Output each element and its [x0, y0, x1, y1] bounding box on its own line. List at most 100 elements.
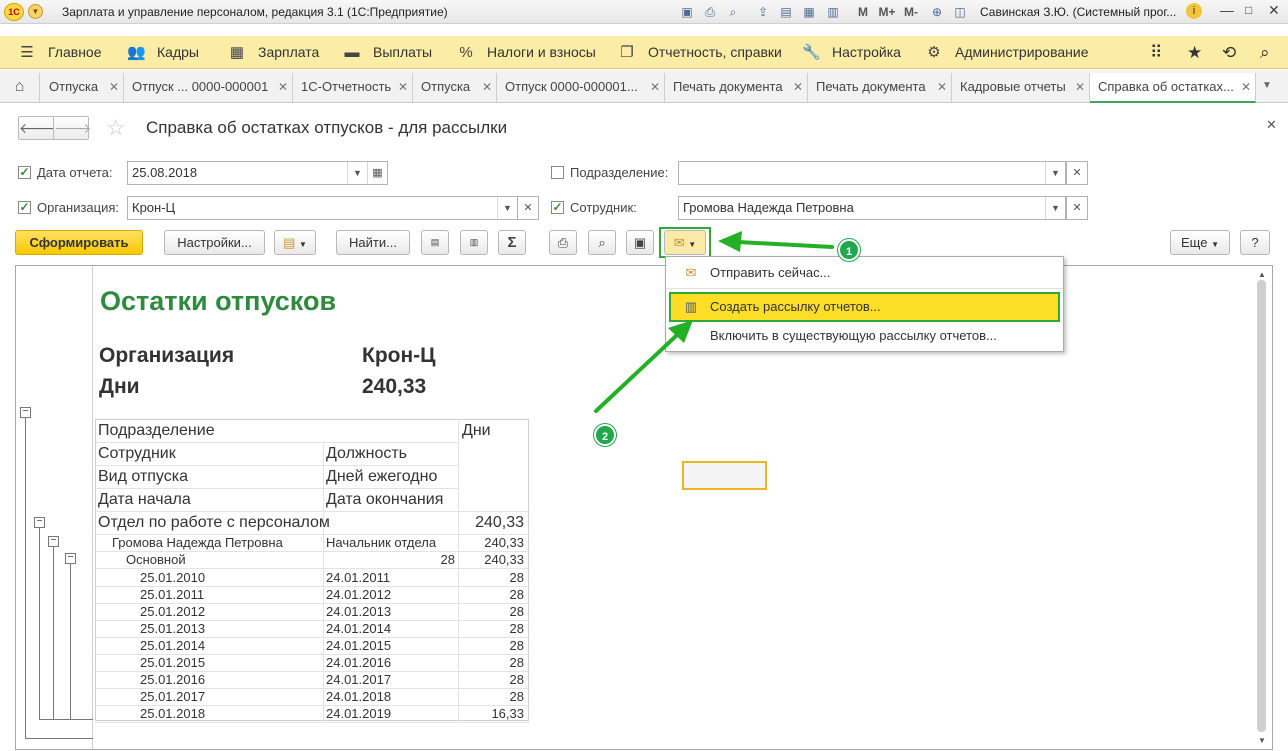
- preview-icon[interactable]: ⌕: [588, 230, 616, 255]
- clear-department-button[interactable]: ✕: [1066, 161, 1088, 185]
- tab-1c-reporting[interactable]: 1С-Отчетность ✕: [293, 73, 413, 103]
- menu-salary[interactable]: ▦ Зарплата: [228, 36, 319, 69]
- dropdown-icon[interactable]: ▼: [497, 197, 517, 219]
- close-tab-icon[interactable]: ✕: [937, 73, 947, 101]
- dropdown-icon[interactable]: ▼: [347, 162, 367, 184]
- generate-button[interactable]: Сформировать: [15, 230, 143, 255]
- department-checkbox[interactable]: [551, 166, 564, 179]
- history-icon[interactable]: ⟲: [1222, 36, 1236, 69]
- variants-button[interactable]: ▤ ▼: [274, 230, 316, 255]
- employee-checkbox[interactable]: ✓: [551, 201, 564, 214]
- tab-leaves-1[interactable]: Отпуска ✕: [41, 73, 124, 103]
- close-window-icon[interactable]: ✕: [1268, 2, 1280, 19]
- home-icon[interactable]: ⌂: [0, 73, 40, 103]
- vertical-scrollbar[interactable]: [1257, 280, 1266, 732]
- minimize-icon[interactable]: —: [1220, 2, 1234, 18]
- tab-leave-balance[interactable]: Справка об остатках... ✕: [1090, 73, 1256, 103]
- preview-icon[interactable]: ⌕: [725, 4, 741, 20]
- menu-main[interactable]: ☰ Главное: [18, 36, 101, 69]
- apps-grid-icon[interactable]: ⠿: [1150, 36, 1162, 69]
- close-tab-icon[interactable]: ✕: [793, 73, 803, 101]
- app-logo-icon[interactable]: 1С: [4, 3, 24, 21]
- print-icon[interactable]: ⎙: [702, 4, 718, 20]
- dropdown-icon[interactable]: ▼: [1045, 162, 1065, 184]
- help-button[interactable]: ?: [1240, 230, 1270, 255]
- collapse-leave-type-icon[interactable]: −: [65, 553, 76, 564]
- close-tab-icon[interactable]: ✕: [650, 73, 660, 101]
- tab-print-doc-2[interactable]: Печать документа ✕: [808, 73, 952, 103]
- menu-reporting[interactable]: ❐ Отчетность, справки: [618, 36, 782, 69]
- calendar-icon[interactable]: ▥: [825, 4, 841, 20]
- close-tab-icon[interactable]: ✕: [1241, 73, 1251, 101]
- calendar-icon[interactable]: ▦: [367, 162, 387, 184]
- forward-button[interactable]: 🡒: [53, 116, 92, 140]
- favorites-star-icon[interactable]: ★: [1187, 36, 1202, 69]
- panels-icon[interactable]: ◫: [952, 4, 968, 20]
- expand-groups-icon[interactable]: ▥: [460, 230, 488, 255]
- create-mailing-item[interactable]: ▥ Создать рассылку отчетов...: [669, 292, 1060, 322]
- close-tab-icon[interactable]: ✕: [109, 73, 119, 101]
- clear-organization-button[interactable]: ✕: [517, 196, 539, 220]
- zoom-icon[interactable]: ⊕: [929, 4, 945, 20]
- save-icon[interactable]: ▣: [679, 4, 695, 20]
- employee-field[interactable]: Громова Надежда Петровна ▼: [678, 196, 1066, 220]
- selected-cell[interactable]: [682, 461, 767, 490]
- tabs-overflow-icon[interactable]: ▼: [1262, 80, 1272, 91]
- collapse-all-icon[interactable]: −: [20, 407, 31, 418]
- collapse-dept-icon[interactable]: −: [34, 517, 45, 528]
- menu-admin[interactable]: ⚙ Администрирование: [925, 36, 1088, 69]
- print-icon[interactable]: ⎙: [549, 230, 577, 255]
- app-menu-icon[interactable]: ▼: [28, 4, 43, 19]
- dropdown-icon[interactable]: ▼: [1045, 197, 1065, 219]
- back-button[interactable]: 🡐: [18, 116, 57, 140]
- tab-leave-doc-2[interactable]: Отпуск 0000-000001... ✕: [497, 73, 665, 103]
- calculator-icon[interactable]: ▦: [801, 4, 817, 20]
- settings-button[interactable]: Настройки...: [164, 230, 265, 255]
- scroll-up-icon[interactable]: ▲: [1258, 270, 1266, 279]
- clipboard-icon[interactable]: ▤: [778, 4, 794, 20]
- collapse-employee-icon[interactable]: −: [48, 536, 59, 547]
- menu-settings[interactable]: 🔧 Настройка: [802, 36, 901, 69]
- menu-staff[interactable]: 👥 Кадры: [127, 36, 199, 69]
- dropdown-icon: ▼: [1211, 240, 1219, 249]
- tab-leave-doc-1[interactable]: Отпуск ... 0000-000001 ✕: [124, 73, 293, 103]
- memory-plus-icon[interactable]: M+: [877, 4, 897, 20]
- favorite-star-icon[interactable]: ☆: [106, 115, 126, 141]
- memory-m-icon[interactable]: M: [855, 4, 871, 20]
- tab-leaves-2[interactable]: Отпуска ✕: [413, 73, 497, 103]
- more-button[interactable]: Еще ▼: [1170, 230, 1230, 255]
- close-tab-icon[interactable]: ✕: [398, 73, 408, 101]
- close-tab-icon[interactable]: ✕: [1075, 73, 1085, 101]
- send-mail-button[interactable]: ✉ ▼: [664, 230, 706, 255]
- menu-taxes[interactable]: % Налоги и взносы: [457, 36, 596, 69]
- form-title: Справка об остатках отпусков - для рассы…: [146, 118, 508, 137]
- leave-type-row-annual: 28: [440, 552, 455, 567]
- menu-payments[interactable]: ▬ Выплаты: [343, 36, 433, 69]
- organization-field[interactable]: Крон-Ц ▼: [127, 196, 518, 220]
- close-tab-icon[interactable]: ✕: [482, 73, 492, 101]
- upload-icon[interactable]: ⇪: [755, 4, 771, 20]
- close-form-icon[interactable]: ✕: [1266, 117, 1277, 133]
- memory-minus-icon[interactable]: M-: [901, 4, 921, 20]
- date-checkbox[interactable]: ✓: [18, 166, 31, 179]
- include-mailing-item[interactable]: Включить в существующую рассылку отчетов…: [666, 321, 1063, 351]
- report-spreadsheet[interactable]: − − − − Остатки отпусков Организация Кро…: [15, 265, 1273, 750]
- maximize-icon[interactable]: □: [1245, 3, 1252, 17]
- search-icon[interactable]: ⌕: [1260, 36, 1270, 69]
- clear-employee-button[interactable]: ✕: [1066, 196, 1088, 220]
- date-field[interactable]: 25.08.2018 ▼ ▦: [127, 161, 388, 185]
- sum-button[interactable]: Σ: [498, 230, 526, 255]
- save-icon[interactable]: ▣: [626, 230, 654, 255]
- user-name[interactable]: Савинская З.Ю. (Системный прог...: [980, 5, 1176, 19]
- scroll-down-icon[interactable]: ▼: [1258, 736, 1266, 745]
- tab-print-doc-1[interactable]: Печать документа ✕: [665, 73, 808, 103]
- find-button[interactable]: Найти...: [336, 230, 410, 255]
- department-field[interactable]: ▼: [678, 161, 1066, 185]
- tab-hr-reports[interactable]: Кадровые отчеты ✕: [952, 73, 1090, 103]
- info-icon[interactable]: i: [1186, 3, 1202, 19]
- period-end-date: 24.01.2019: [326, 706, 392, 721]
- collapse-groups-icon[interactable]: ▤: [421, 230, 449, 255]
- close-tab-icon[interactable]: ✕: [278, 73, 288, 101]
- send-now-item[interactable]: ✉ Отправить сейчас...: [666, 258, 1063, 288]
- organization-checkbox[interactable]: ✓: [18, 201, 31, 214]
